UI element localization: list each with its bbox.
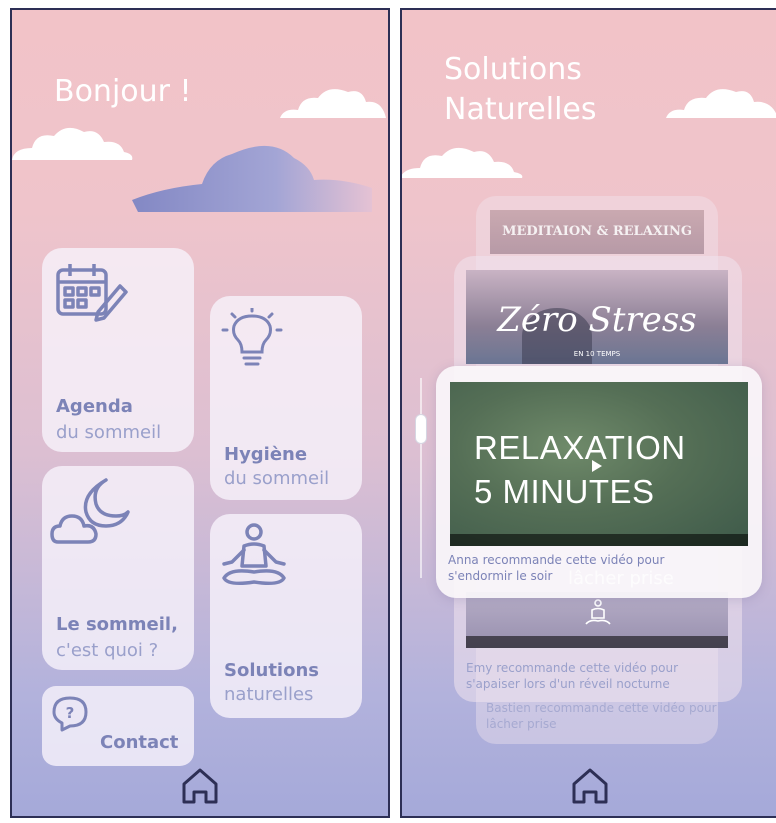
meditation-icon: [585, 599, 611, 625]
tile-sublabel: du sommeil: [224, 468, 330, 489]
video-controls[interactable]: [450, 534, 748, 546]
cloud-icon: [280, 89, 386, 118]
cloud-moon-icon: [50, 478, 130, 544]
scroll-handle[interactable]: [415, 414, 427, 444]
thumb-title: Zéro Stress: [497, 300, 697, 340]
contact-label: Contact: [100, 732, 179, 753]
thumb-subtitle: EN 10 TEMPS: [573, 350, 621, 358]
tile-sublabel: c'est quoi ?: [56, 640, 159, 661]
tile-sublabel: naturelles: [224, 684, 314, 705]
tile-sublabel: du sommeil: [56, 422, 162, 443]
caption-line2: s'apaiser lors d'un réveil nocturne: [466, 677, 670, 691]
cloud-icon: [12, 127, 133, 160]
video-thumbnail[interactable]: [466, 592, 728, 648]
greeting-title: Bonjour !: [54, 74, 192, 109]
solutions-screen: Solutions Naturelles MEDITAION & RELAXIN…: [400, 8, 776, 818]
thumb-title-line2: 5 MINUTES: [474, 473, 655, 510]
contact-button[interactable]: ? Contact: [42, 686, 194, 766]
tile-hygiene[interactable]: Hygiène du sommeil: [210, 296, 362, 500]
video-thumbnail[interactable]: RELAXATION 5 MINUTES: [450, 382, 748, 546]
tile-label: Solutions: [224, 660, 319, 681]
question-bubble-icon: ?: [52, 696, 88, 732]
tile-label: Le sommeil,: [56, 614, 178, 635]
caption-line1: Anna recommande cette vidéo pour: [448, 553, 665, 567]
home-screen: Bonjour ! Agenda du sommeil Hygiène du s…: [10, 8, 390, 818]
home-icon[interactable]: [178, 764, 222, 808]
home-icon[interactable]: [568, 764, 612, 808]
thumb-title: RELAXATION 5 MINUTES: [474, 426, 686, 514]
video-thumbnail[interactable]: MEDITAION & RELAXING: [490, 210, 704, 254]
calendar-edit-icon: [56, 264, 128, 322]
tile-sommeil[interactable]: Le sommeil, c'est quoi ?: [42, 466, 194, 670]
overlay-text: lâcher prise: [568, 568, 674, 589]
cloud-icon: [402, 147, 523, 178]
video-controls[interactable]: [466, 636, 728, 648]
lightbulb-icon: [221, 308, 283, 366]
page-title-line2: Naturelles: [444, 92, 597, 127]
thumb-title-line1: RELAXATION: [474, 429, 686, 466]
tile-agenda[interactable]: Agenda du sommeil: [42, 248, 194, 452]
scroll-track[interactable]: [420, 378, 422, 578]
thumb-title: MEDITAION & RELAXING: [502, 224, 692, 239]
page-title-line1: Solutions: [444, 52, 582, 87]
caption-line1: Emy recommande cette vidéo pour: [466, 661, 679, 675]
cloud-icon: [666, 89, 776, 118]
tile-label: Agenda: [56, 396, 133, 417]
caption-line2: lâcher prise: [486, 717, 557, 731]
video-card[interactable]: RELAXATION 5 MINUTES Anna recommande cet…: [436, 366, 762, 598]
page-title: Solutions Naturelles: [444, 50, 597, 130]
video-caption: Emy recommande cette vidéo pour s'apaise…: [466, 660, 678, 692]
meditation-icon: [222, 523, 286, 586]
video-caption: Bastien recommande cette vidéo pour lâch…: [486, 700, 717, 732]
cloud-icon: [132, 145, 372, 212]
tile-solutions[interactable]: Solutions naturelles: [210, 514, 362, 718]
svg-text:?: ?: [66, 704, 75, 722]
caption-line1: Bastien recommande cette vidéo pour: [486, 701, 717, 715]
play-icon[interactable]: [592, 460, 602, 472]
video-thumbnail[interactable]: Zéro Stress EN 10 TEMPS: [466, 270, 728, 364]
tile-label: Hygiène: [224, 444, 308, 465]
